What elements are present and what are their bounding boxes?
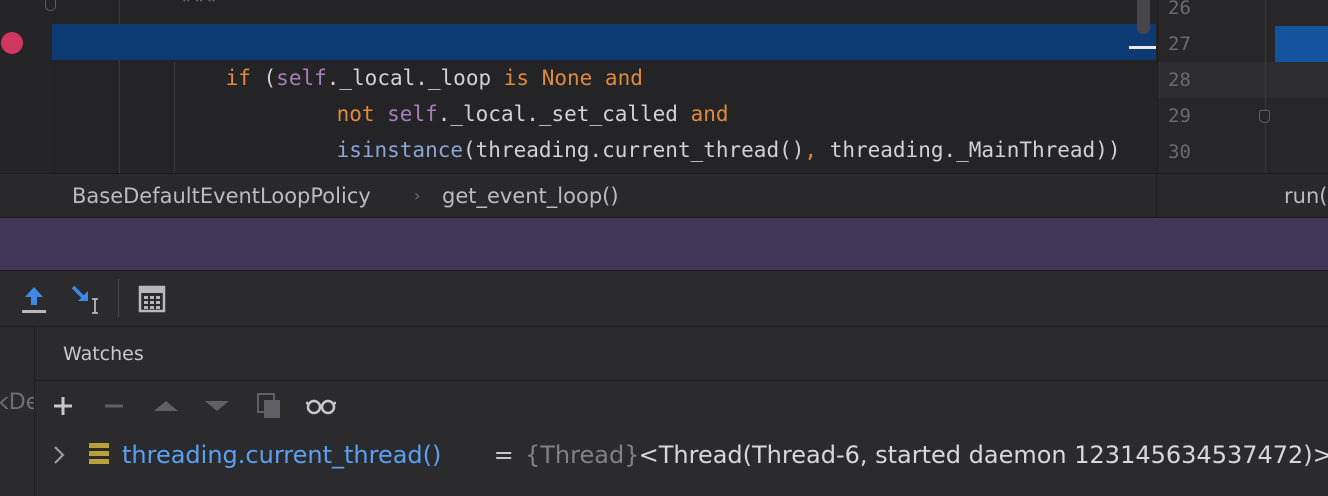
breadcrumb-method[interactable]: get_event_loop() <box>442 174 619 218</box>
run-to-cursor-icon[interactable] <box>68 281 104 317</box>
chevron-right-icon[interactable] <box>49 443 69 467</box>
line-number: 29 <box>1168 105 1191 127</box>
highlight-marker <box>1275 26 1328 62</box>
watch-value: <Thread(Thread-6, started daemon 1231456… <box>631 441 1328 469</box>
evaluate-expression-icon[interactable] <box>134 281 170 317</box>
debug-toolbar <box>0 271 1328 327</box>
watch-list-icon <box>89 443 109 465</box>
breadcrumb: BaseDefaultEventLoopPolicy › get_event_l… <box>0 173 1328 218</box>
breadcrumb-class[interactable]: BaseDefaultEventLoopPolicy <box>72 174 371 218</box>
indent-guide <box>1265 0 1266 110</box>
watch-equals: = <box>486 441 522 469</box>
watches-title: Watches <box>63 343 144 365</box>
frames-panel-label: kDe <box>0 390 34 415</box>
editor-scrollbar[interactable] <box>1137 0 1150 34</box>
debug-header-bar <box>0 217 1328 271</box>
remove-icon[interactable] <box>98 390 130 422</box>
watches-toolbar <box>35 381 1328 431</box>
step-out-icon[interactable] <box>16 281 52 317</box>
toolbar-separator <box>118 279 119 317</box>
line-number: 26 <box>1168 0 1191 19</box>
show-glasses-icon[interactable] <box>305 390 337 422</box>
breadcrumb-separator: › <box>414 186 421 205</box>
code-line-partial: """ <box>180 0 218 16</box>
add-icon[interactable] <box>47 390 79 422</box>
fold-marker-icon[interactable] <box>1259 110 1270 123</box>
watch-item[interactable]: threading.current_thread() = {Thread} <T… <box>35 431 1328 479</box>
move-down-icon[interactable] <box>201 390 233 422</box>
code-line-current[interactable]: if (self._local._loop is None and <box>52 24 1156 90</box>
frames-panel-edge[interactable]: kDe <box>0 327 35 496</box>
breadcrumb-right[interactable]: run( <box>1284 174 1327 218</box>
line-number: 30 <box>1168 141 1191 163</box>
line-number: 28 <box>1168 69 1191 91</box>
code-line[interactable]: self.set_event_loop(self.new_event_loop(… <box>52 132 1156 168</box>
watch-type: {Thread} <box>525 441 640 469</box>
split-editor-pane[interactable]: 26 27 28 29 30 <box>1157 0 1328 173</box>
code-line[interactable]: not self._local._set_called and <box>52 60 1156 126</box>
scroll-position-marker <box>1129 46 1156 49</box>
move-up-icon[interactable] <box>150 390 182 422</box>
indent-guide <box>1265 124 1266 173</box>
line-number: 27 <box>1168 33 1191 55</box>
breakpoint-icon[interactable] <box>1 32 23 54</box>
code-editor[interactable]: """ if (self._local._loop is None and no… <box>0 0 1328 173</box>
copy-icon[interactable] <box>253 390 285 422</box>
code-line[interactable]: isinstance(threading.current_thread(), t… <box>52 96 1156 162</box>
watches-header: Watches <box>35 327 1328 381</box>
pane-divider <box>1156 174 1157 218</box>
watch-expression: threading.current_thread() <box>122 441 442 469</box>
editor-gutter[interactable] <box>0 0 56 173</box>
